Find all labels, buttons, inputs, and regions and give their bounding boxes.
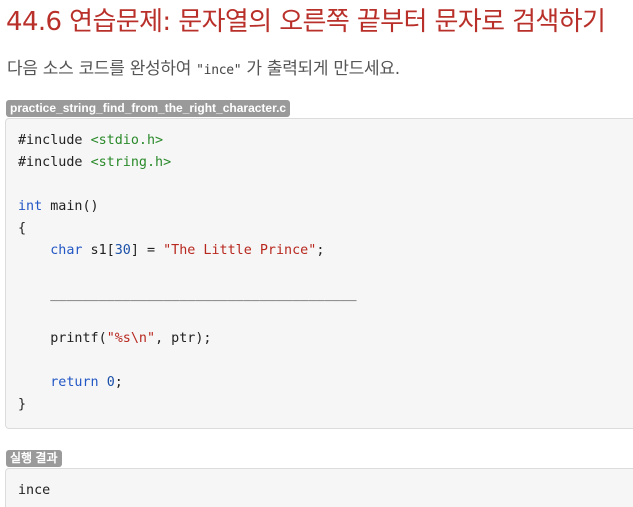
expected-output-inline-code: "ince" [196,63,242,78]
code-token: #include [18,155,91,170]
code-token: #include [18,133,91,148]
code-line: #include <stdio.h> [18,130,633,152]
code-token: main() [42,199,99,214]
source-code: #include <stdio.h> #include <string.h> int… [6,130,633,416]
code-token: , ptr); [155,331,212,346]
code-token: ; [316,243,325,258]
code-line: printf("%s\n", ptr); [18,328,633,350]
code-line: #include <string.h> [18,152,633,174]
code-line: } [18,394,633,416]
exercise-title: 44.6 연습문제: 문자열의 오른쪽 끝부터 문자로 검색하기 [6,7,606,37]
exercise-description: 다음 소스 코드를 완성하여 "ince" 가 출력되게 만드세요. [7,56,400,84]
code-token: 30 [114,243,131,258]
code-token: int [18,199,43,214]
code-line: ince [18,480,633,502]
code-token: ] = [130,243,164,258]
code-token: printf( [18,331,107,346]
code-token: char [50,243,83,258]
code-token: "%s\n" [106,331,156,346]
code-line: { [18,218,633,240]
description-text-before: 다음 소스 코드를 완성하여 [7,59,197,79]
code-token: 0 [106,375,115,390]
result-output-block[interactable]: ince [5,468,633,507]
code-line: return 0; [18,372,633,394]
code-token: ince [18,483,51,498]
code-token: } [18,397,27,412]
code-token: <stdio.h> [90,133,164,148]
code-token: s1[ [82,243,115,258]
code-token: { [18,221,27,236]
source-filename-label: practice_string_find_from_the_right_char… [6,100,291,117]
code-token: ; [114,375,123,390]
result-output: ince [6,480,633,502]
code-token: ______________________________________ [18,287,357,302]
code-token: "The Little Prince" [163,243,317,258]
code-token: <string.h> [90,155,172,170]
code-line: int main() [18,196,633,218]
description-text-after: 가 출력되게 만드세요. [241,59,400,79]
code-token: return [50,375,99,390]
code-line: char s1[30] = "The Little Prince"; [18,240,633,262]
result-label: 실행 결과 [6,450,62,467]
code-line: ______________________________________ [18,284,633,306]
source-code-block[interactable]: #include <stdio.h> #include <string.h> int… [5,118,633,429]
